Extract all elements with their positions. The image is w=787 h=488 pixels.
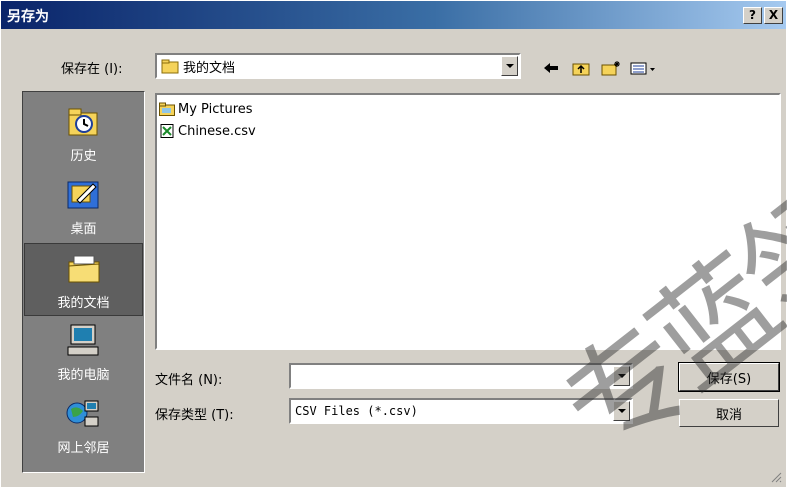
list-item[interactable]: Chinese.csv: [159, 122, 256, 140]
help-button[interactable]: ?: [743, 7, 762, 24]
my-documents-icon: [68, 255, 100, 283]
place-label: 网上邻居: [57, 441, 110, 456]
network-neighborhood-icon: [66, 400, 99, 427]
cancel-button[interactable]: 取消: [679, 399, 779, 427]
save-as-dialog: 另存为 ? X 保存在 (I): 我的文档 历史 桌面 我的文档 我的电脑 网上…: [0, 0, 787, 488]
save-in-value: 我的文档: [183, 61, 236, 76]
back-arrow-icon[interactable]: [541, 59, 561, 77]
file-name: My Pictures: [178, 101, 253, 117]
csv-file-icon: [160, 124, 174, 138]
my-documents-small-icon: [161, 59, 179, 74]
chevron-down-icon[interactable]: [613, 401, 630, 421]
new-folder-icon[interactable]: [601, 59, 621, 77]
place-network[interactable]: 网上邻居: [24, 389, 143, 462]
close-button[interactable]: X: [764, 7, 783, 24]
place-history[interactable]: 历史: [24, 97, 143, 170]
place-label: 历史: [70, 149, 97, 164]
file-type-dropdown[interactable]: CSV Files (*.csv): [289, 398, 633, 424]
file-name-input[interactable]: [289, 363, 633, 389]
file-name-label: 文件名 (N):: [155, 373, 223, 388]
history-icon: [68, 108, 98, 136]
file-list[interactable]: My Pictures Chinese.csv: [155, 93, 781, 350]
save-in-dropdown[interactable]: 我的文档: [155, 53, 521, 79]
place-my-documents[interactable]: 我的文档: [24, 243, 143, 316]
list-item[interactable]: My Pictures: [159, 100, 253, 118]
up-folder-icon[interactable]: [571, 59, 591, 77]
file-type-label: 保存类型 (T):: [155, 408, 234, 423]
place-label: 我的文档: [57, 296, 110, 311]
my-computer-icon: [67, 324, 99, 356]
file-type-value: CSV Files (*.csv): [295, 404, 418, 418]
desktop-icon: [67, 181, 99, 209]
place-label: 桌面: [70, 222, 97, 237]
chevron-down-icon[interactable]: [501, 56, 518, 76]
title-bar: 另存为 ? X: [1, 1, 786, 29]
place-my-computer[interactable]: 我的电脑: [24, 316, 143, 389]
place-desktop[interactable]: 桌面: [24, 170, 143, 243]
places-bar: 历史 桌面 我的文档 我的电脑 网上邻居: [22, 91, 145, 473]
resize-grip-icon[interactable]: [770, 471, 782, 483]
save-in-label: 保存在 (I):: [61, 62, 123, 77]
chevron-down-icon[interactable]: [613, 366, 630, 386]
place-label: 我的电脑: [57, 368, 110, 383]
view-menu-icon[interactable]: [629, 59, 659, 77]
save-button[interactable]: 保存(S): [678, 362, 780, 392]
window-title: 另存为: [7, 9, 49, 25]
file-name: Chinese.csv: [178, 123, 256, 139]
folder-icon: [159, 102, 175, 116]
